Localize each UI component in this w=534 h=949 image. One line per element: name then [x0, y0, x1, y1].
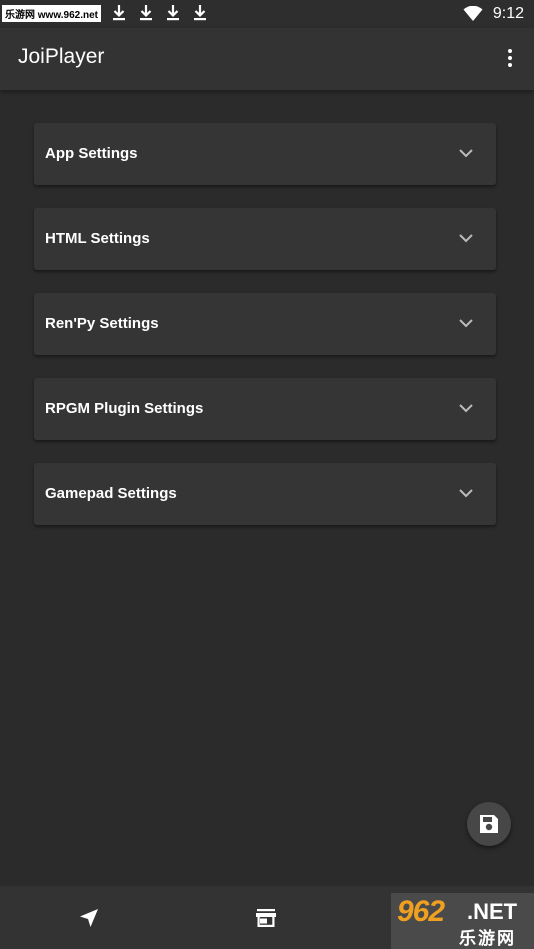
panel-gamepad-settings[interactable]: Gamepad Settings — [34, 463, 496, 525]
save-button[interactable] — [467, 802, 511, 846]
nav-item-store[interactable] — [226, 886, 306, 949]
panel-html-settings[interactable]: HTML Settings — [34, 208, 496, 270]
nav-item-navigate[interactable] — [49, 886, 129, 949]
chevron-down-icon — [459, 234, 473, 243]
panel-rpgm-plugin-settings[interactable]: RPGM Plugin Settings — [34, 378, 496, 440]
navigation-arrow-icon — [80, 908, 98, 927]
panel-label: Gamepad Settings — [45, 485, 177, 502]
panel-label: Ren'Py Settings — [45, 315, 159, 332]
panel-label: RPGM Plugin Settings — [45, 400, 204, 417]
download-icon — [167, 5, 179, 21]
wifi-icon — [463, 6, 483, 21]
download-icon — [113, 5, 125, 21]
download-icon — [140, 5, 152, 21]
status-bar: 乐游网 www.962.net 9:12 — [0, 0, 534, 28]
watermark-label: 乐游网 www.962.net — [2, 5, 101, 22]
more-vert-icon[interactable] — [500, 46, 520, 70]
panel-label: App Settings — [45, 145, 138, 162]
watermark-number: 962 — [397, 895, 445, 928]
app-title: JoiPlayer — [18, 45, 105, 68]
chevron-down-icon — [459, 319, 473, 328]
panel-app-settings[interactable]: App Settings — [34, 123, 496, 185]
panel-label: HTML Settings — [45, 230, 150, 247]
chevron-down-icon — [459, 149, 473, 158]
panel-renpy-settings[interactable]: Ren'Py Settings — [34, 293, 496, 355]
watermark-logo: 962 .NET 乐游网 — [391, 893, 534, 949]
store-icon — [256, 908, 276, 927]
status-right: 9:12 — [463, 0, 524, 28]
chevron-down-icon — [459, 404, 473, 413]
chevron-down-icon — [459, 489, 473, 498]
download-icon — [194, 5, 206, 21]
save-icon — [480, 815, 498, 833]
download-notifications — [110, 3, 209, 23]
app-bar: JoiPlayer — [0, 28, 534, 90]
watermark-cn: 乐游网 — [459, 929, 516, 948]
clock-time: 9:12 — [492, 5, 524, 22]
watermark-suffix: .NET — [467, 899, 518, 924]
